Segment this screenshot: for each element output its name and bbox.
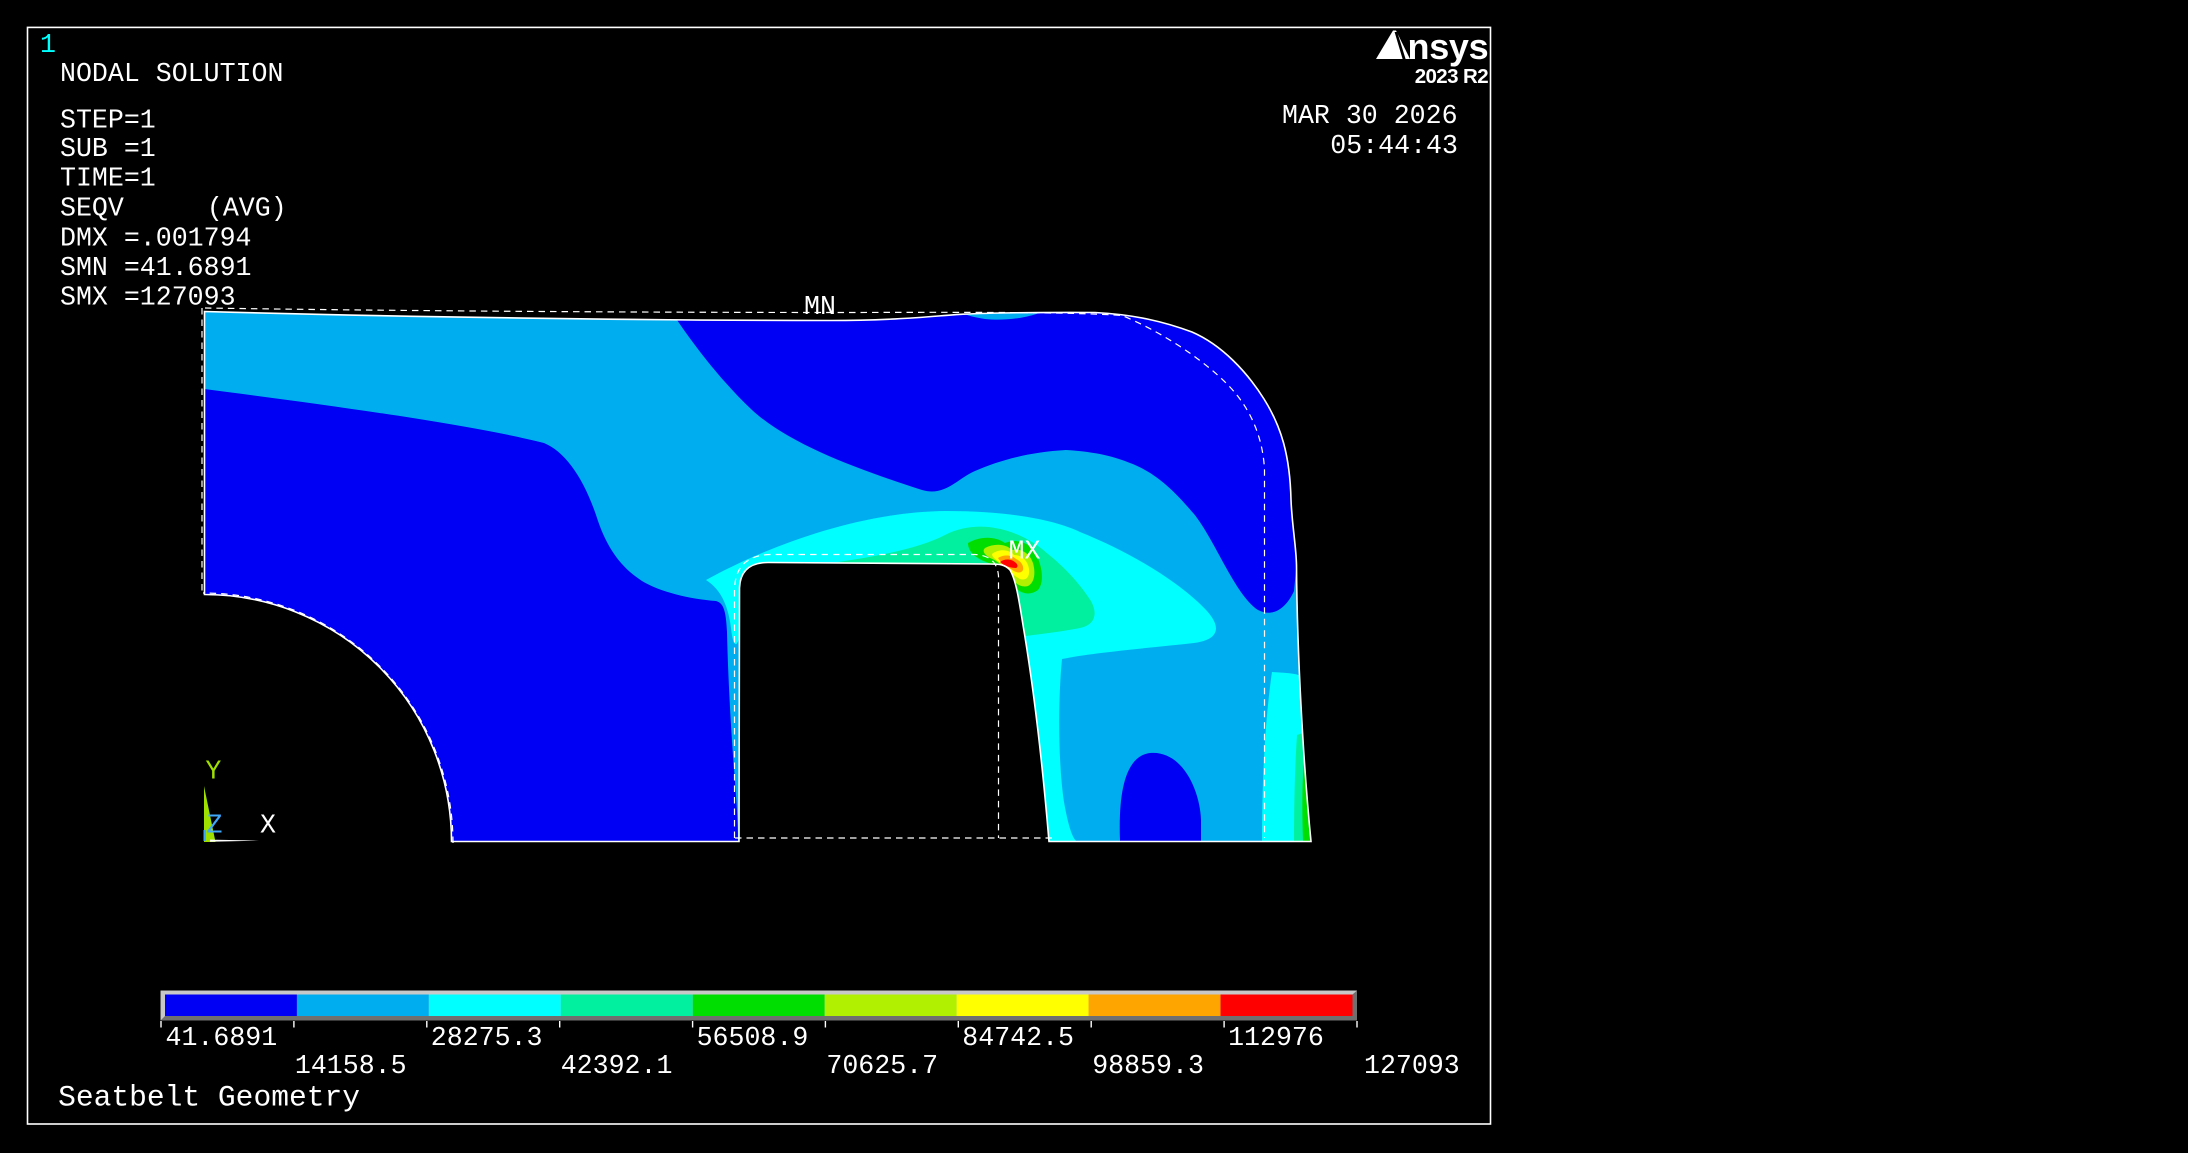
svg-text:X: X [260,810,276,840]
svg-text:14158.5: 14158.5 [295,1051,407,1081]
svg-text:84742.5: 84742.5 [962,1023,1074,1053]
svg-text:SEQV: SEQV [60,194,124,224]
svg-text:98859.3: 98859.3 [1092,1051,1204,1081]
svg-text:MAR 30 2026: MAR 30 2026 [1282,101,1458,131]
svg-text:(AVG): (AVG) [207,194,287,224]
svg-text:70625.7: 70625.7 [826,1051,938,1081]
svg-text:127093: 127093 [1364,1051,1460,1081]
svg-text:2023 R2: 2023 R2 [1415,65,1489,88]
svg-text:Y: Y [205,756,221,786]
svg-text:STEP=1: STEP=1 [60,106,156,136]
svg-text:DMX =.001794: DMX =.001794 [60,224,252,254]
svg-text:Seatbelt Geometry: Seatbelt Geometry [58,1081,360,1115]
svg-text:nsys: nsys [1408,26,1489,67]
svg-text:TIME=1: TIME=1 [60,164,156,194]
svg-text:42392.1: 42392.1 [561,1051,673,1081]
svg-text:112976: 112976 [1228,1023,1324,1053]
svg-text:41.6891: 41.6891 [166,1023,278,1053]
svg-text:28275.3: 28275.3 [431,1023,543,1053]
svg-text:SUB =1: SUB =1 [60,134,156,164]
svg-text:MX: MX [1009,537,1041,567]
svg-text:Z: Z [207,810,223,840]
svg-text:MN: MN [804,292,836,322]
svg-text:56508.9: 56508.9 [697,1023,809,1053]
svg-text:SMX =127093: SMX =127093 [60,283,236,313]
svg-text:1: 1 [40,30,56,60]
svg-text:NODAL SOLUTION: NODAL SOLUTION [60,59,283,89]
svg-text:SMN =41.6891: SMN =41.6891 [60,253,252,283]
svg-text:05:44:43: 05:44:43 [1330,131,1458,161]
